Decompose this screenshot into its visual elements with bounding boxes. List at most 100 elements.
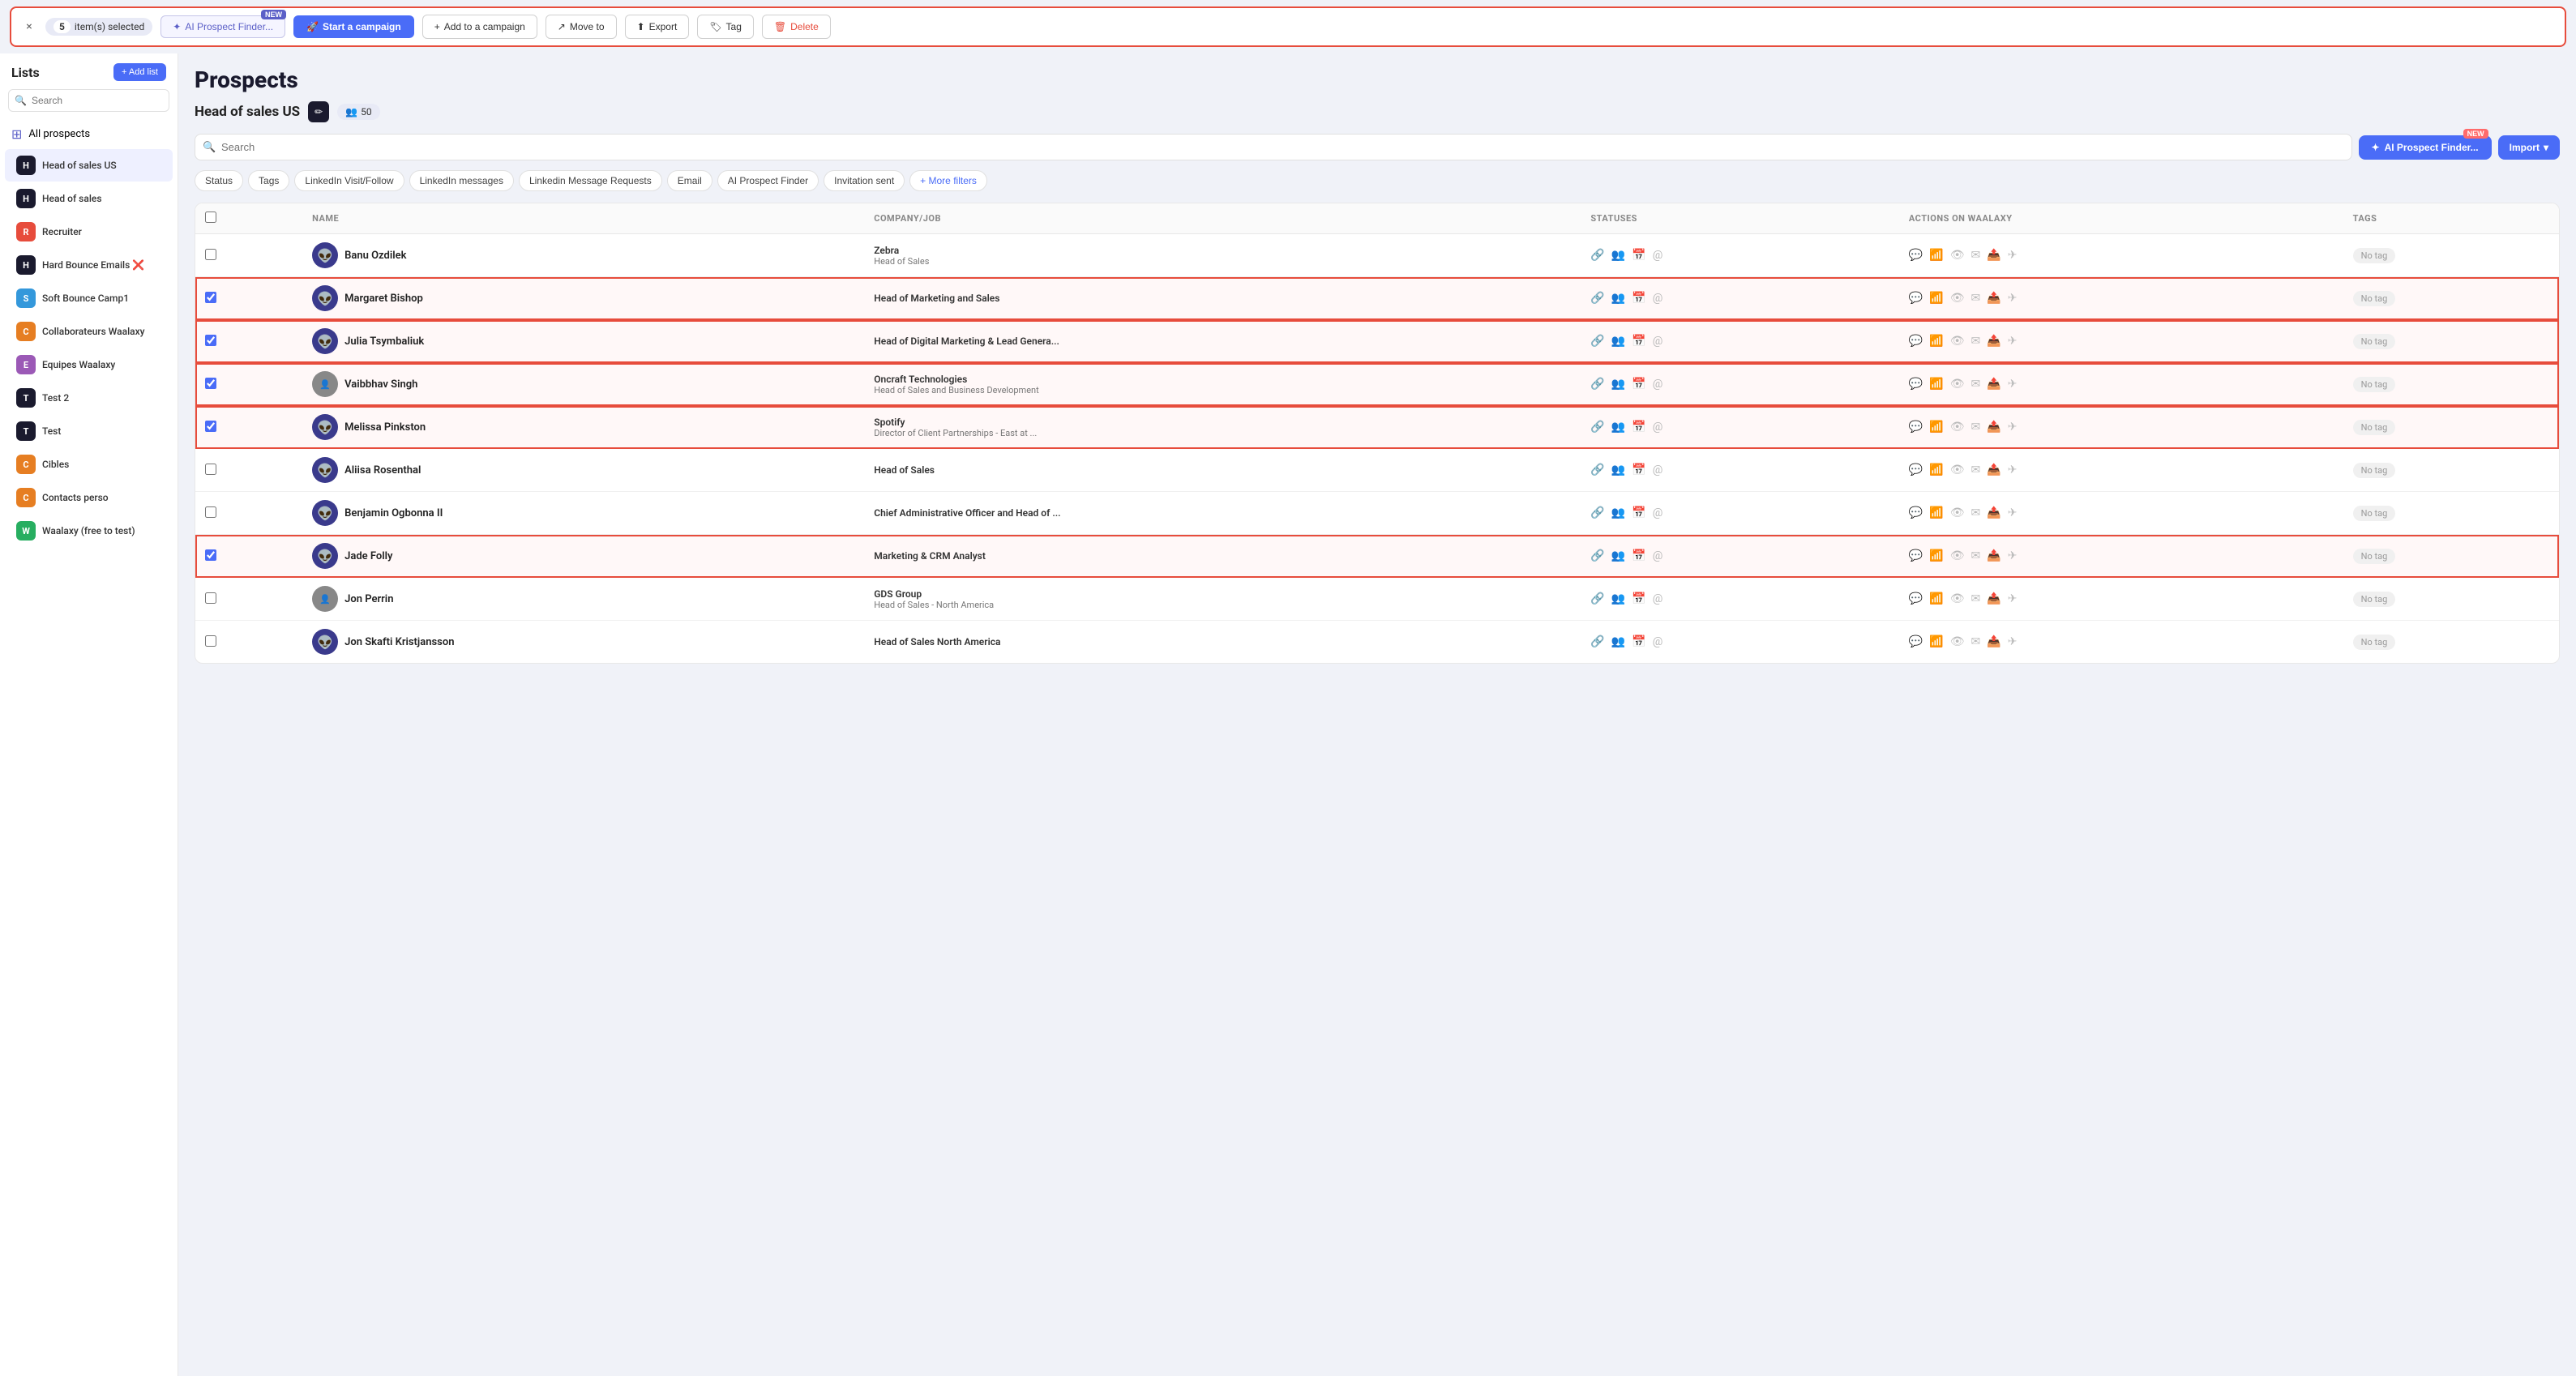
sidebar-item-recruiter[interactable]: R Recruiter: [5, 216, 173, 248]
at-icon[interactable]: @: [1653, 592, 1663, 605]
eye-icon[interactable]: 👁: [1950, 249, 1965, 262]
prospect-name-6[interactable]: Aliisa Rosenthal: [344, 464, 421, 476]
tag-badge-4[interactable]: No tag: [2353, 377, 2396, 392]
link-icon[interactable]: 🔗: [1590, 635, 1604, 648]
sidebar-item-hard-bounce[interactable]: H Hard Bounce Emails ❌: [5, 249, 173, 281]
message-icon[interactable]: 💬: [1909, 335, 1923, 348]
at-icon[interactable]: @: [1653, 292, 1663, 305]
checkbox-9[interactable]: [205, 592, 216, 604]
send-icon[interactable]: 📤: [1987, 464, 2000, 476]
tag-badge-2[interactable]: No tag: [2353, 291, 2396, 306]
link-icon[interactable]: 🔗: [1590, 464, 1604, 476]
send-icon[interactable]: 📤: [1987, 335, 2000, 348]
delete-button[interactable]: 🗑 Delete: [762, 15, 831, 39]
plane-icon[interactable]: ✈: [2008, 249, 2018, 262]
at-icon[interactable]: @: [1653, 421, 1663, 434]
mail-icon[interactable]: ✉: [1971, 464, 1981, 476]
plane-icon[interactable]: ✈: [2008, 464, 2018, 476]
calendar-icon[interactable]: 📅: [1632, 464, 1645, 476]
eye-icon[interactable]: 👁: [1950, 421, 1965, 434]
prospect-name-9[interactable]: Jon Perrin: [344, 593, 393, 605]
message-icon[interactable]: 💬: [1909, 592, 1923, 605]
at-icon[interactable]: @: [1653, 335, 1663, 348]
mail-icon[interactable]: ✉: [1971, 549, 1981, 562]
link-icon[interactable]: 🔗: [1590, 335, 1604, 348]
mail-icon[interactable]: ✉: [1971, 635, 1981, 648]
checkbox-5[interactable]: [205, 421, 216, 432]
filter-chip-status[interactable]: Status: [195, 170, 243, 191]
eye-icon[interactable]: 👁: [1950, 549, 1965, 562]
checkbox-4[interactable]: [205, 378, 216, 389]
prospect-name-3[interactable]: Julia Tsymbaliuk: [344, 335, 424, 348]
checkbox-3[interactable]: [205, 335, 216, 346]
at-icon[interactable]: @: [1653, 549, 1663, 562]
sidebar-item-head-of-sales-us[interactable]: H Head of sales US: [5, 149, 173, 182]
eye-icon[interactable]: 👁: [1950, 378, 1965, 391]
ai-prospect-finder-main-button[interactable]: NEW ✦ AI Prospect Finder...: [2359, 135, 2492, 160]
send-icon[interactable]: 📤: [1987, 378, 2000, 391]
tag-badge-7[interactable]: No tag: [2353, 506, 2396, 521]
plane-icon[interactable]: ✈: [2008, 421, 2018, 434]
at-icon[interactable]: @: [1653, 378, 1663, 391]
sidebar-item-test[interactable]: T Test: [5, 415, 173, 447]
calendar-icon[interactable]: 📅: [1632, 549, 1645, 562]
link-icon[interactable]: 🔗: [1590, 421, 1604, 434]
people-icon[interactable]: 👥: [1611, 249, 1625, 262]
tag-badge-3[interactable]: No tag: [2353, 334, 2396, 349]
signal-icon[interactable]: 📶: [1929, 635, 1943, 648]
link-icon[interactable]: 🔗: [1590, 506, 1604, 519]
signal-icon[interactable]: 📶: [1929, 421, 1943, 434]
mail-icon[interactable]: ✉: [1971, 292, 1981, 305]
checkbox-10[interactable]: [205, 635, 216, 647]
calendar-icon[interactable]: 📅: [1632, 378, 1645, 391]
eye-icon[interactable]: 👁: [1950, 292, 1965, 305]
send-icon[interactable]: 📤: [1987, 549, 2000, 562]
plane-icon[interactable]: ✈: [2008, 378, 2018, 391]
people-icon[interactable]: 👥: [1611, 378, 1625, 391]
people-icon[interactable]: 👥: [1611, 592, 1625, 605]
message-icon[interactable]: 💬: [1909, 549, 1923, 562]
calendar-icon[interactable]: 📅: [1632, 592, 1645, 605]
prospect-name-5[interactable]: Melissa Pinkston: [344, 421, 426, 434]
prospect-name-2[interactable]: Margaret Bishop: [344, 293, 423, 305]
link-icon[interactable]: 🔗: [1590, 292, 1604, 305]
prospect-name-4[interactable]: Vaibbhav Singh: [344, 378, 417, 391]
people-icon[interactable]: 👥: [1611, 292, 1625, 305]
signal-icon[interactable]: 📶: [1929, 506, 1943, 519]
link-icon[interactable]: 🔗: [1590, 249, 1604, 262]
people-icon[interactable]: 👥: [1611, 549, 1625, 562]
sidebar-item-cibles[interactable]: C Cibles: [5, 448, 173, 481]
mail-icon[interactable]: ✉: [1971, 506, 1981, 519]
plane-icon[interactable]: ✈: [2008, 335, 2018, 348]
sidebar-item-contacts-perso[interactable]: C Contacts perso: [5, 481, 173, 514]
people-icon[interactable]: 👥: [1611, 421, 1625, 434]
sidebar-item-all-prospects[interactable]: ⊞ All prospects: [0, 120, 178, 148]
export-button[interactable]: ⬆ Export: [625, 15, 690, 39]
filter-chip-invitation-sent[interactable]: Invitation sent: [824, 170, 905, 191]
prospect-name-10[interactable]: Jon Skafti Kristjansson: [344, 636, 454, 648]
add-to-campaign-button[interactable]: + Add to a campaign: [422, 15, 537, 39]
mail-icon[interactable]: ✉: [1971, 421, 1981, 434]
message-icon[interactable]: 💬: [1909, 292, 1923, 305]
message-icon[interactable]: 💬: [1909, 635, 1923, 648]
send-icon[interactable]: 📤: [1987, 292, 2000, 305]
checkbox-6[interactable]: [205, 464, 216, 475]
message-icon[interactable]: 💬: [1909, 378, 1923, 391]
signal-icon[interactable]: 📶: [1929, 592, 1943, 605]
message-icon[interactable]: 💬: [1909, 421, 1923, 434]
move-to-button[interactable]: ↗ Move to: [546, 15, 617, 39]
send-icon[interactable]: 📤: [1987, 506, 2000, 519]
tag-badge-5[interactable]: No tag: [2353, 420, 2396, 435]
send-icon[interactable]: 📤: [1987, 249, 2000, 262]
plane-icon[interactable]: ✈: [2008, 506, 2018, 519]
ai-prospect-finder-button[interactable]: NEW ✦ AI Prospect Finder...: [160, 15, 285, 38]
people-icon[interactable]: 👥: [1611, 335, 1625, 348]
plane-icon[interactable]: ✈: [2008, 592, 2018, 605]
people-icon[interactable]: 👥: [1611, 464, 1625, 476]
sidebar-item-collaborateurs[interactable]: C Collaborateurs Waalaxy: [5, 315, 173, 348]
signal-icon[interactable]: 📶: [1929, 249, 1943, 262]
calendar-icon[interactable]: 📅: [1632, 335, 1645, 348]
prospect-name-1[interactable]: Banu Ozdilek: [344, 250, 406, 262]
message-icon[interactable]: 💬: [1909, 506, 1923, 519]
at-icon[interactable]: @: [1653, 635, 1663, 648]
